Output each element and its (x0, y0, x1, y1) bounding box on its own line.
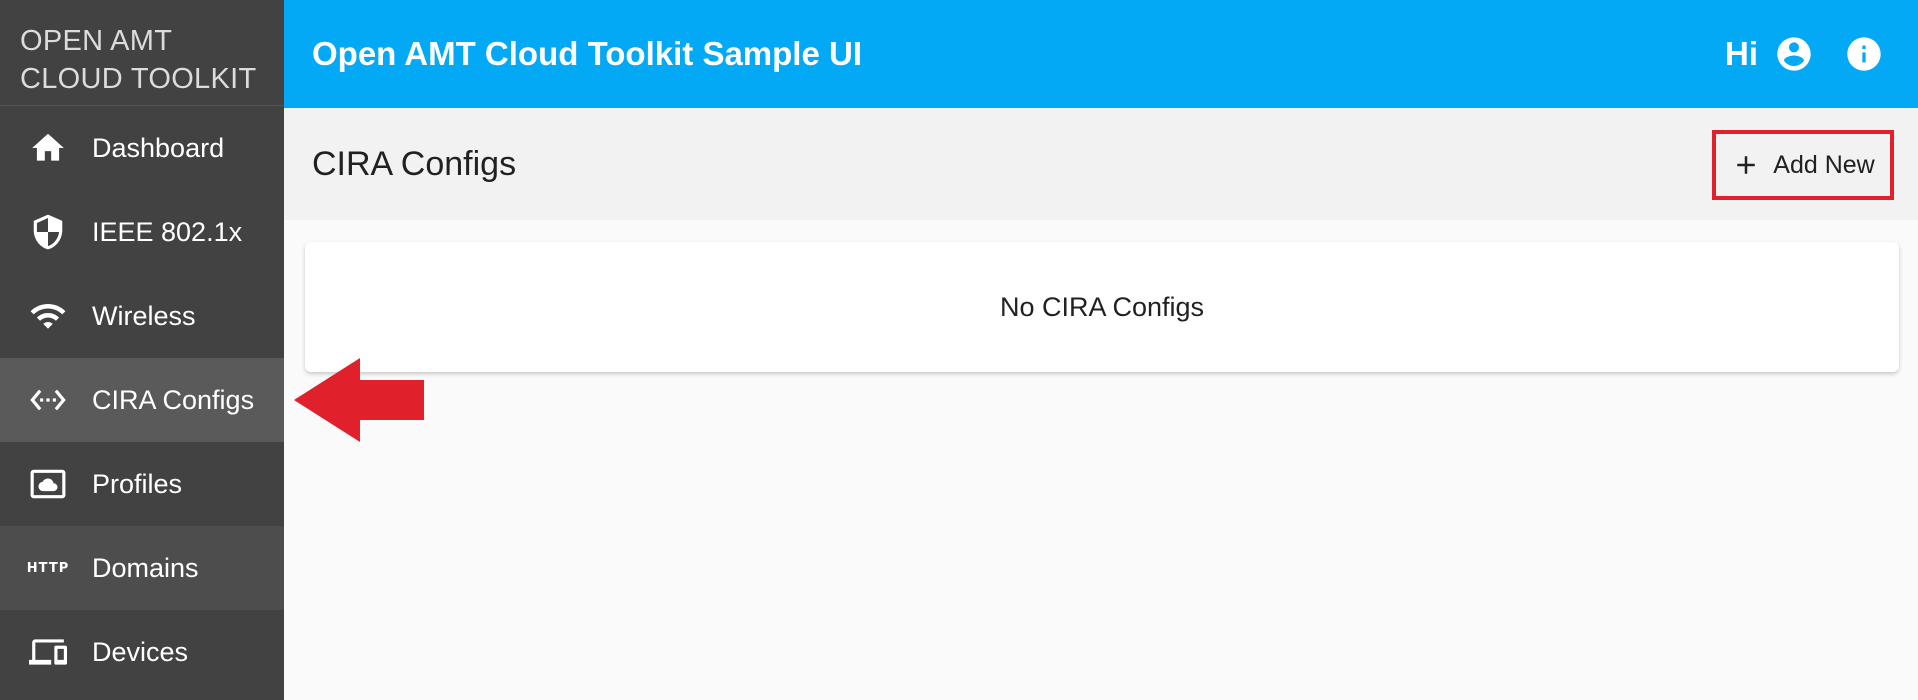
brand-line-2: CLOUD TOOLKIT (20, 63, 257, 95)
brand-logo: OPEN AMT CLOUD TOOLKIT (0, 0, 284, 106)
sidebar-item-label: Dashboard (92, 132, 225, 163)
sidebar-item-wireless[interactable]: Wireless (0, 274, 284, 358)
http-icon-text: HTTP (26, 560, 70, 576)
sidebar-item-cira-configs[interactable]: CIRA Configs (0, 358, 284, 442)
page-toolbar: CIRA Configs (284, 108, 1918, 220)
sidebar-item-domains[interactable]: HTTP Domains (0, 526, 284, 610)
app-title: Open AMT Cloud Toolkit Sample UI (312, 35, 862, 72)
account-circle-icon[interactable] (1772, 32, 1816, 76)
add-new-label: Add New (1773, 150, 1875, 179)
greeting-text: Hi (1725, 35, 1758, 72)
cloud-profile-icon (28, 464, 68, 504)
sidebar-item-label: Profiles (92, 468, 183, 499)
sidebar: OPEN AMT CLOUD TOOLKIT Dashboard IEEE 80… (0, 0, 284, 700)
http-icon: HTTP (26, 548, 70, 588)
sidebar-item-ieee-802-1x[interactable]: IEEE 802.1x (0, 190, 284, 274)
home-icon (28, 128, 68, 168)
header-actions: Hi (1725, 32, 1918, 76)
info-icon[interactable] (1842, 32, 1886, 76)
sidebar-item-profiles[interactable]: Profiles (0, 442, 284, 526)
empty-state-message: No CIRA Configs (999, 291, 1205, 322)
sidebar-item-dashboard[interactable]: Dashboard (0, 106, 284, 190)
annotation-arrow-icon (294, 358, 424, 442)
sidebar-item-devices[interactable]: Devices (0, 610, 284, 694)
sidebar-item-label: Wireless (92, 300, 196, 331)
devices-icon (28, 632, 68, 672)
plus-icon (1737, 156, 1756, 174)
app-header: Open AMT Cloud Toolkit Sample UI Hi (284, 0, 1918, 108)
sidebar-item-label: IEEE 802.1x (92, 216, 243, 247)
wifi-icon (28, 296, 68, 336)
shield-icon (28, 212, 68, 252)
sidebar-item-label: Devices (92, 636, 189, 667)
sidebar-item-label: CIRA Configs (92, 384, 255, 415)
add-new-button[interactable]: Add New (1712, 130, 1894, 200)
brand-line-1: OPEN AMT (20, 25, 173, 57)
sidebar-item-label: Domains (92, 552, 199, 583)
page-title: CIRA Configs (312, 144, 517, 183)
sidebar-nav: Dashboard IEEE 802.1x Wireless CIRA Conf… (0, 106, 284, 694)
empty-state-card: No CIRA Configs (305, 242, 1899, 372)
settings-ethernet-icon (28, 380, 68, 420)
